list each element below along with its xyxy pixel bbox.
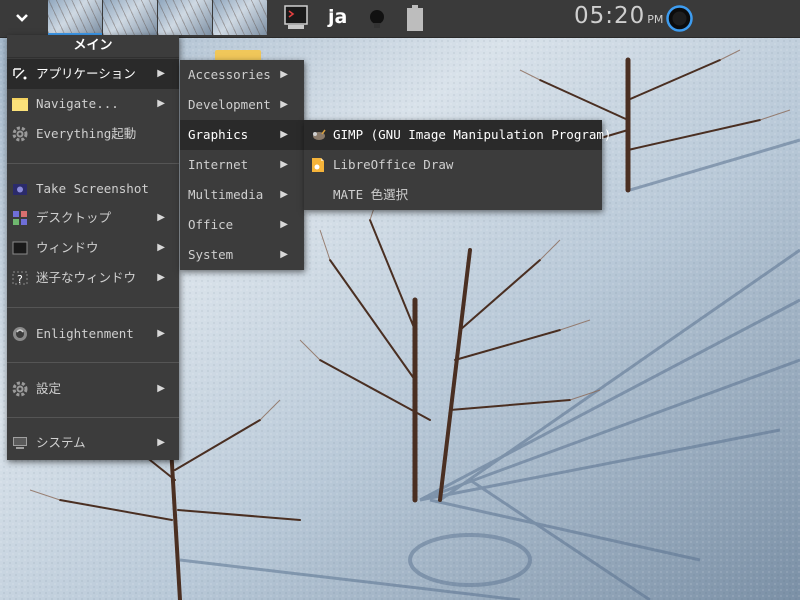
category-office[interactable]: Office ▶ <box>180 210 304 240</box>
menu-item-applications[interactable]: アプリケーション ▶ <box>7 59 179 89</box>
svg-text:?: ? <box>17 273 23 286</box>
power-icon[interactable] <box>666 5 693 32</box>
menu-item-label: Multimedia <box>188 187 264 202</box>
menu-item-label: Enlightenment <box>36 326 134 341</box>
menu-item-label: LibreOffice Draw <box>333 157 454 172</box>
menu-item-take-screenshot[interactable]: Take Screenshot <box>7 174 179 204</box>
menu-item-label: デスクトップ <box>36 210 112 225</box>
submenu-arrow-icon: ▶ <box>280 219 288 230</box>
app-mate-color-picker[interactable]: MATE 色選択 <box>304 180 602 210</box>
menu-item-label: Take Screenshot <box>36 181 149 196</box>
submenu-arrow-icon: ▶ <box>157 98 165 109</box>
folder-icon <box>12 98 28 111</box>
virtual-desktop-2[interactable] <box>103 0 157 35</box>
category-development[interactable]: Development ▶ <box>180 90 304 120</box>
terminal-icon[interactable] <box>284 5 308 31</box>
menu-item-label: 迷子なウィンドウ <box>36 270 137 285</box>
submenu-arrow-icon: ▶ <box>157 437 165 448</box>
menu-item-settings[interactable]: 設定 ▶ <box>7 374 179 404</box>
virtual-desktop-4[interactable] <box>213 0 267 35</box>
applications-icon <box>13 68 27 80</box>
app-gimp[interactable]: GIMP (GNU Image Manipulation Program) <box>304 120 611 150</box>
menu-item-label: 設定 <box>36 381 62 396</box>
clock-ampm: PM <box>647 13 664 26</box>
category-internet[interactable]: Internet ▶ <box>180 150 304 180</box>
menu-separator <box>7 362 179 363</box>
lost-window-icon: ? <box>12 271 28 286</box>
menu-item-label: アプリケーション <box>36 66 136 81</box>
menu-item-label: Everything起動 <box>36 126 137 141</box>
libreoffice-draw-icon <box>312 158 324 172</box>
main-menu: メイン アプリケーション ▶ Navigate... ▶ Everything起… <box>7 35 179 460</box>
clock[interactable]: 05:20 PM <box>574 3 663 29</box>
app-libreoffice-draw[interactable]: LibreOffice Draw <box>304 150 602 180</box>
menu-item-windows[interactable]: ウィンドウ ▶ <box>7 233 179 263</box>
battery-icon[interactable] <box>406 5 424 32</box>
chevron-down-icon <box>16 14 28 22</box>
submenu-arrow-icon: ▶ <box>157 68 165 79</box>
menu-item-label: System <box>188 247 234 262</box>
submenu-arrow-icon: ▶ <box>280 249 288 260</box>
menu-item-label: Office <box>188 217 234 232</box>
submenu-arrow-icon: ▶ <box>157 242 165 253</box>
menu-separator <box>7 307 179 308</box>
menu-item-label: GIMP (GNU Image Manipulation Program) <box>333 127 612 142</box>
menu-item-label: Graphics <box>188 127 249 142</box>
menu-item-label: MATE 色選択 <box>333 187 409 202</box>
bulb-icon[interactable] <box>368 8 386 30</box>
gimp-icon <box>313 129 326 140</box>
menu-item-desktop[interactable]: デスクトップ ▶ <box>7 203 179 233</box>
system-icon <box>13 437 27 449</box>
gear-icon <box>12 126 28 142</box>
category-system[interactable]: System ▶ <box>180 240 304 270</box>
settings-icon <box>12 381 28 397</box>
menu-item-label: ウィンドウ <box>36 240 99 255</box>
submenu-arrow-icon: ▶ <box>157 328 165 339</box>
menu-item-label: Accessories <box>188 67 271 82</box>
menu-item-system[interactable]: システム ▶ <box>7 428 179 458</box>
menu-item-enlightenment[interactable]: Enlightenment ▶ <box>7 319 179 349</box>
desktop-pager <box>48 0 268 35</box>
main-menu-title: メイン <box>7 35 179 58</box>
submenu-arrow-icon: ▶ <box>157 212 165 223</box>
graphics-submenu: GIMP (GNU Image Manipulation Program) Li… <box>304 120 611 210</box>
keyboard-language-indicator[interactable]: ja <box>328 6 347 28</box>
menu-item-label: システム <box>36 435 86 450</box>
menu-item-everything[interactable]: Everything起動 <box>7 119 179 149</box>
menu-item-label: Navigate... <box>36 96 119 111</box>
enlightenment-icon <box>13 327 27 341</box>
desktop-icon <box>13 211 27 225</box>
category-multimedia[interactable]: Multimedia ▶ <box>180 180 304 210</box>
menu-item-label: Development <box>188 97 271 112</box>
screenshot-icon <box>13 184 27 195</box>
clock-time: 05:20 <box>574 3 646 29</box>
menu-item-lost-windows[interactable]: ? 迷子なウィンドウ ▶ <box>7 263 179 293</box>
start-button[interactable] <box>8 6 36 30</box>
submenu-arrow-icon: ▶ <box>280 99 288 110</box>
virtual-desktop-3[interactable] <box>158 0 212 35</box>
menu-item-navigate[interactable]: Navigate... ▶ <box>7 89 179 119</box>
applications-submenu: Accessories ▶ Development ▶ Graphics ▶ I… <box>180 60 304 270</box>
menu-separator <box>7 163 179 164</box>
virtual-desktop-1[interactable] <box>48 0 102 35</box>
submenu-arrow-icon: ▶ <box>157 272 165 283</box>
menu-item-label: Internet <box>188 157 249 172</box>
submenu-arrow-icon: ▶ <box>280 129 288 140</box>
category-accessories[interactable]: Accessories ▶ <box>180 60 304 90</box>
submenu-arrow-icon: ▶ <box>280 159 288 170</box>
submenu-arrow-icon: ▶ <box>280 189 288 200</box>
window-icon <box>12 241 28 255</box>
top-shelf: ja 05:20 PM <box>0 0 800 38</box>
submenu-arrow-icon: ▶ <box>280 69 288 80</box>
category-graphics[interactable]: Graphics ▶ <box>180 120 304 150</box>
menu-separator <box>7 417 179 418</box>
submenu-arrow-icon: ▶ <box>157 383 165 394</box>
